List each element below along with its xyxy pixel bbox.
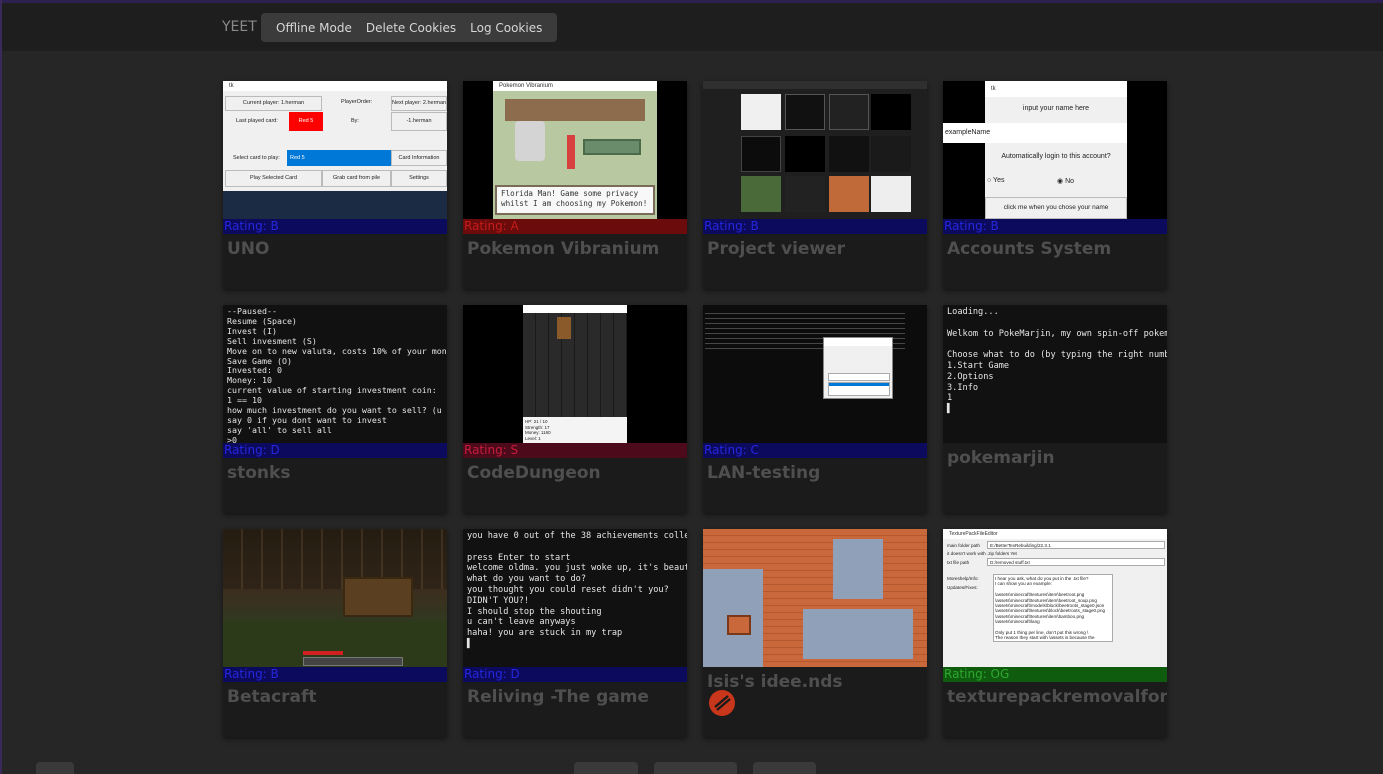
project-title: UNO [227, 239, 270, 259]
accounts-no-radio[interactable]: ◉ No [1057, 177, 1074, 185]
delete-cookies-button[interactable]: Delete Cookies [359, 21, 463, 35]
accounts-auto-login-label: Automatically login to this account? [1001, 153, 1111, 160]
thumbnail-uno: tk Current player: 1.herman PlayerOrder:… [223, 81, 447, 219]
uno-settings-button[interactable]: Settings [391, 170, 447, 187]
project-card-codedungeon[interactable]: HP: 21 / 10 Strength: 17 Money: 1160 Lev… [463, 305, 687, 513]
project-card-isis-idee[interactable]: Isis's idee.nds [703, 529, 927, 737]
pagination-button-current[interactable] [654, 762, 737, 774]
nav-button-group: Offline Mode Delete Cookies Log Cookies [261, 13, 558, 42]
project-card-project-viewer[interactable]: Rating: B Project viewer [703, 81, 927, 289]
log-cookies-button[interactable]: Log Cookies [463, 21, 549, 35]
rating-label: Rating: D [463, 667, 687, 682]
project-title: stonks [227, 463, 291, 483]
accounts-prompt: input your name here [1022, 105, 1090, 112]
project-card-uno[interactable]: tk Current player: 1.herman PlayerOrder:… [223, 81, 447, 289]
texture-updates-label: Updates/Fixes: [947, 585, 978, 590]
uno-select-label: Select card to play: [233, 155, 280, 161]
uno-current-player: Current player: 1.herman [225, 96, 322, 111]
rating-label: Rating: D [223, 443, 447, 458]
project-card-lan-testing[interactable]: Rating: C LAN-testing [703, 305, 927, 513]
project-title: Isis's idee.nds [707, 672, 843, 692]
pagination-button-next[interactable] [753, 762, 816, 774]
scroll-indicator [36, 762, 74, 774]
rating-label: Rating: B [703, 219, 927, 234]
uno-window-title: tk [223, 81, 447, 91]
project-title: Pokemon Vibranium [467, 239, 660, 259]
texture-main-folder-label: main folder path [947, 543, 980, 548]
thumbnail-lan-testing [703, 305, 927, 443]
rating-label: Rating: A [463, 219, 687, 234]
navbar: YEET Offline Mode Delete Cookies Log Coo… [2, 3, 1383, 51]
pokemarjin-terminal: Loading... Welkom to PokeMarjin, my own … [943, 305, 1167, 443]
texture-help-textarea[interactable]: I hear you ask, what do you put in the .… [993, 574, 1113, 642]
texture-help-label: Moreshelp/Info: [947, 576, 979, 581]
thumbnail-pokemon-vibranium: Pokemon Vibranium Florida Man! Game some… [463, 81, 687, 219]
accounts-submit-button[interactable]: click me when you chose your name [985, 197, 1127, 219]
uno-grab-button[interactable]: Grab card from pile [322, 170, 391, 187]
texture-zip-note: it doesn't work with .zip folders Yet [947, 551, 1017, 556]
ds-game-icon [709, 690, 735, 716]
texture-window-title: TexturePackFileEditor [943, 529, 1167, 539]
rating-label: Rating: OG [943, 667, 1167, 682]
uno-player-order: PlayerOrder: [341, 99, 373, 105]
accounts-no-label: No [1065, 178, 1075, 185]
accounts-yes-radio[interactable]: ○ Yes [987, 177, 1004, 184]
thumbnail-codedungeon: HP: 21 / 10 Strength: 17 Money: 1160 Lev… [463, 305, 687, 443]
thumbnail-isis-idee [703, 529, 927, 667]
thumbnail-betacraft [223, 529, 447, 667]
stonks-terminal: --Paused-- Resume (Space) Invest (I) Sel… [223, 305, 447, 443]
uno-next-player: Next player: 2.herman [391, 96, 447, 111]
brand-link[interactable]: YEET [222, 19, 257, 35]
rating-label: Rating: B [223, 667, 447, 682]
rating-label: Rating: B [223, 219, 447, 234]
project-title: CodeDungeon [467, 463, 601, 483]
project-title: Project viewer [707, 239, 846, 259]
uno-last-card-label: Last played card: [236, 118, 278, 124]
rating-label: Rating: S [463, 443, 687, 458]
texture-main-folder-input[interactable]: E:/BetterTexRebuilding/22.3.1 [987, 541, 1165, 549]
codedungeon-stats: HP: 21 / 10 Strength: 17 Money: 1160 Lev… [523, 417, 627, 443]
pagination-button-prev[interactable] [574, 762, 638, 774]
project-title: LAN-testing [707, 463, 821, 483]
offline-mode-button[interactable]: Offline Mode [269, 21, 359, 35]
project-card-pokemarjin[interactable]: Loading... Welkom to PokeMarjin, my own … [943, 305, 1167, 513]
project-title: pokemarjin [947, 448, 1055, 468]
rating-label: Rating: C [703, 443, 927, 458]
reliving-terminal: you have 0 out of the 38 achievements co… [463, 529, 687, 667]
uno-by-label: By: [351, 118, 359, 124]
thumbnail-stonks: --Paused-- Resume (Space) Invest (I) Sel… [223, 305, 447, 443]
uno-card-info-button[interactable]: Card Information [391, 150, 447, 166]
accounts-window-title: tk [985, 81, 1127, 97]
thumbnail-reliving: you have 0 out of the 38 achievements co… [463, 529, 687, 667]
project-title: Reliving -The game [467, 687, 649, 707]
project-card-accounts-system[interactable]: tk input your name here exampleName Auto… [943, 81, 1167, 289]
texture-txt-label: txt file path [947, 560, 970, 565]
uno-play-button[interactable]: Play Selected Card [225, 170, 322, 187]
project-card-stonks[interactable]: --Paused-- Resume (Space) Invest (I) Sel… [223, 305, 447, 513]
project-card-reliving[interactable]: you have 0 out of the 38 achievements co… [463, 529, 687, 737]
accounts-name-input[interactable]: exampleName [943, 123, 1127, 143]
accounts-yes-label: Yes [993, 177, 1005, 184]
project-card-texturepackremovalform[interactable]: TexturePackFileEditor main folder path E… [943, 529, 1167, 737]
texture-txt-input[interactable]: D:/removed stuff.txt [987, 558, 1165, 566]
uno-last-card: Red 5 [289, 112, 323, 131]
thumbnail-pokemarjin: Loading... Welkom to PokeMarjin, my own … [943, 305, 1167, 443]
project-card-betacraft[interactable]: Rating: B Betacraft [223, 529, 447, 737]
pokemon-window-title: Pokemon Vibranium [493, 81, 657, 91]
thumbnail-project-viewer [703, 81, 927, 219]
pokemon-dialog-box: Florida Man! Game some privacy whilst I … [495, 185, 655, 215]
project-title: Betacraft [227, 687, 317, 707]
project-title: Accounts System [947, 239, 1112, 259]
thumbnail-texturepackremovalform: TexturePackFileEditor main folder path E… [943, 529, 1167, 667]
rating-label: Rating: B [943, 219, 1167, 234]
uno-by-value: -1.herman [391, 112, 447, 131]
project-card-pokemon-vibranium[interactable]: Pokemon Vibranium Florida Man! Game some… [463, 81, 687, 289]
project-title: texturepackremovalform [947, 687, 1167, 707]
uno-card-select[interactable]: Red 5 [287, 150, 391, 166]
thumbnail-accounts-system: tk input your name here exampleName Auto… [943, 81, 1167, 219]
